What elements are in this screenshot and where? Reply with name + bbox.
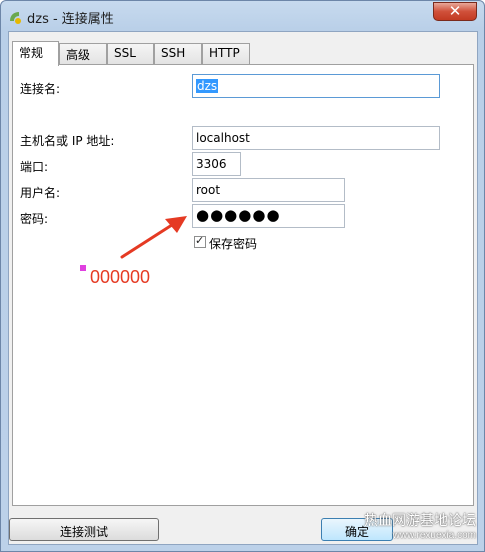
username-input[interactable]: root — [192, 178, 345, 202]
annotation-text: 000000 — [90, 267, 151, 287]
close-button[interactable]: ✕ — [433, 2, 477, 21]
password-label: 密码: — [20, 212, 49, 226]
watermark-url: www.rexuexia.com — [392, 530, 476, 541]
save-password-checkbox[interactable]: ✓ — [194, 234, 206, 248]
title-bar[interactable]: dzs - 连接属性 ✕ — [1, 1, 484, 31]
connection-name-label: 连接名: — [20, 82, 61, 96]
save-password-label[interactable]: 保存密码 — [209, 235, 257, 252]
tab-advanced[interactable]: 高级 — [59, 43, 107, 64]
close-icon: ✕ — [448, 2, 462, 20]
tab-http[interactable]: HTTP — [202, 43, 250, 64]
dialog-body: 常规 高级 SSL SSH HTTP 连接名: dzs 主机名或 IP 地址: … — [8, 31, 478, 545]
tab-general[interactable]: 常规 — [12, 41, 59, 66]
password-mask: ●●●●●● — [196, 206, 281, 224]
navicat-icon — [10, 12, 21, 24]
host-label: 主机名或 IP 地址: — [20, 134, 115, 148]
watermark-title: 热血网游基地论坛 — [364, 512, 476, 528]
red-arrow-icon — [120, 216, 187, 259]
annotation-marker — [80, 265, 86, 271]
test-connection-button[interactable]: 连接测试 — [9, 518, 159, 541]
connection-name-value: dzs — [196, 79, 219, 93]
username-label: 用户名: — [20, 186, 61, 200]
password-input[interactable]: ●●●●●● — [192, 204, 345, 228]
connection-name-input[interactable]: dzs — [192, 74, 440, 98]
host-input[interactable]: localhost — [192, 126, 440, 150]
tab-ssh[interactable]: SSH — [154, 43, 202, 64]
checkmark-icon: ✓ — [195, 234, 205, 247]
tab-ssl[interactable]: SSL — [107, 43, 154, 64]
watermark: 热血网游基地论坛 www.rexuexia.com — [364, 510, 476, 541]
dialog-window: dzs - 连接属性 ✕ 常规 高级 SSL SSH HTTP 连接名: dzs… — [0, 0, 485, 552]
port-label: 端口: — [20, 160, 49, 174]
port-input[interactable]: 3306 — [192, 152, 241, 176]
window-title: dzs - 连接属性 — [27, 12, 114, 27]
general-tab-panel: 连接名: dzs 主机名或 IP 地址: localhost 端口: 3306 … — [12, 64, 474, 506]
